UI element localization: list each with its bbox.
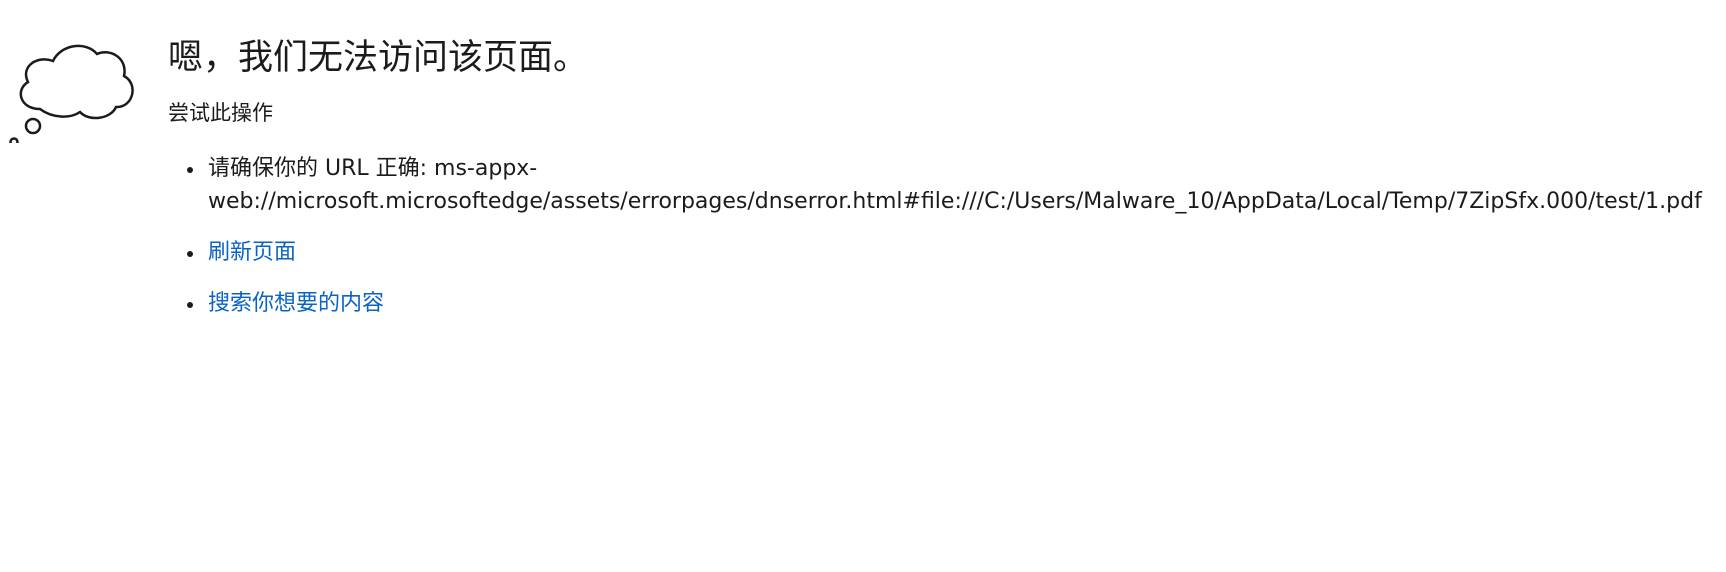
list-item-url-check: 请确保你的 URL 正确: ms-appx- web://microsoft.m… xyxy=(187,152,1713,218)
list-item-refresh: 刷新页面 xyxy=(187,236,1713,269)
list-item-search: 搜索你想要的内容 xyxy=(187,287,1713,320)
search-link[interactable]: 搜索你想要的内容 xyxy=(208,291,384,316)
url-text: web://microsoft.microsoftedge/assets/err… xyxy=(208,189,1702,214)
error-content: 嗯，我们无法访问该页面。 尝试此操作 请确保你的 URL 正确: ms-appx… xyxy=(168,34,1713,338)
thought-cloud-icon xyxy=(9,44,134,143)
subtitle: 尝试此操作 xyxy=(168,101,273,125)
suggestions-list: 请确保你的 URL 正确: ms-appx- web://microsoft.m… xyxy=(168,152,1713,320)
refresh-page-link[interactable]: 刷新页面 xyxy=(208,240,296,265)
page-title: 嗯，我们无法访问该页面。 xyxy=(168,38,589,78)
url-check-text: 请确保你的 URL 正确: ms-appx- xyxy=(208,156,538,181)
